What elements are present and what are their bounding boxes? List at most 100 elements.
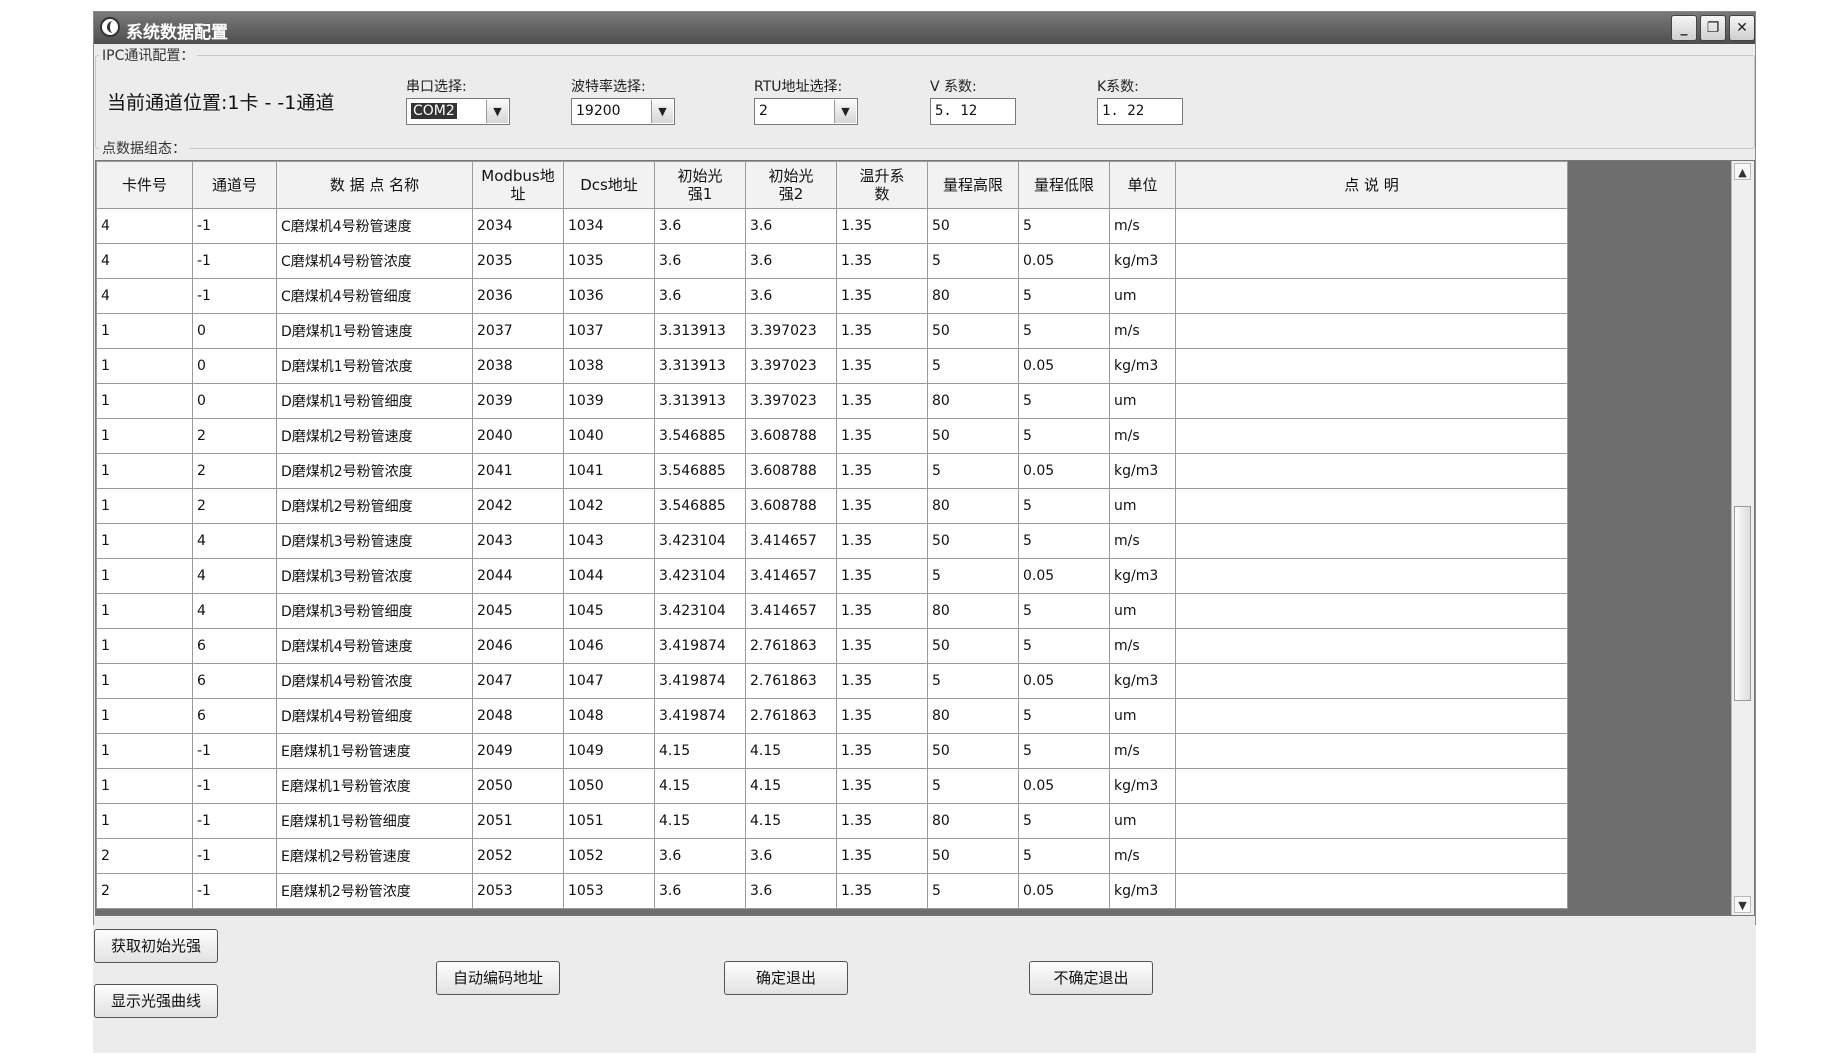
table-cell[interactable]: kg/m3 [1109, 348, 1176, 384]
table-cell[interactable]: 0 [192, 383, 277, 419]
table-cell[interactable]: 4.15 [745, 803, 837, 839]
table-cell[interactable]: 2039 [472, 383, 564, 419]
table-cell[interactable]: 4.15 [654, 733, 746, 769]
column-header[interactable]: 量程高限 [927, 161, 1019, 209]
table-cell[interactable]: 2052 [472, 838, 564, 874]
table-cell[interactable]: 1043 [563, 523, 655, 559]
table-cell[interactable]: D磨煤机3号粉管速度 [276, 523, 473, 559]
table-cell[interactable]: 0.05 [1018, 873, 1110, 909]
column-header[interactable]: 卡件号 [96, 161, 193, 209]
table-cell[interactable]: 1.35 [836, 313, 928, 349]
table-cell[interactable]: E磨煤机1号粉管浓度 [276, 768, 473, 804]
column-header[interactable]: 数 据 点 名称 [276, 161, 473, 209]
table-cell[interactable]: 5 [927, 873, 1019, 909]
table-cell[interactable]: kg/m3 [1109, 768, 1176, 804]
table-cell[interactable]: -1 [192, 768, 277, 804]
table-cell[interactable]: 2042 [472, 488, 564, 524]
table-cell[interactable]: 3.6 [654, 243, 746, 279]
table-cell[interactable]: 5 [927, 348, 1019, 384]
table-cell[interactable]: 1.35 [836, 873, 928, 909]
table-cell[interactable]: D磨煤机2号粉管浓度 [276, 453, 473, 489]
table-cell[interactable]: D磨煤机1号粉管浓度 [276, 348, 473, 384]
table-row[interactable]: 4 -1 C磨煤机4号粉管细度 2036 1036 3.6 3.6 1.35 80 5 um [96, 278, 1568, 314]
table-cell[interactable]: 1051 [563, 803, 655, 839]
table-cell[interactable]: 1.35 [836, 593, 928, 629]
table-cell[interactable]: 3.414657 [745, 593, 837, 629]
table-cell[interactable]: 2037 [472, 313, 564, 349]
column-header[interactable]: 量程低限 [1018, 161, 1110, 209]
table-cell[interactable]: 3.546885 [654, 488, 746, 524]
column-header[interactable]: 初始光 强2 [745, 161, 837, 209]
minimize-button[interactable]: _ [1671, 15, 1697, 41]
table-cell[interactable]: um [1109, 383, 1176, 419]
table-cell[interactable]: 5 [927, 663, 1019, 699]
v-coefficient-input[interactable]: 5. 12 [930, 98, 1016, 125]
table-cell[interactable]: 1.35 [836, 243, 928, 279]
table-cell[interactable]: m/s [1109, 418, 1176, 454]
table-cell[interactable] [1175, 768, 1568, 804]
chevron-down-icon[interactable]: ▼ [486, 100, 508, 123]
table-cell[interactable] [1175, 698, 1568, 734]
table-cell[interactable]: -1 [192, 278, 277, 314]
table-cell[interactable]: 0.05 [1018, 348, 1110, 384]
table-cell[interactable] [1175, 348, 1568, 384]
table-cell[interactable]: 1049 [563, 733, 655, 769]
table-cell[interactable]: 1045 [563, 593, 655, 629]
vertical-scrollbar[interactable]: ▲ ▼ [1731, 161, 1754, 915]
table-cell[interactable]: kg/m3 [1109, 873, 1176, 909]
table-cell[interactable]: 1 [96, 348, 193, 384]
table-cell[interactable]: 1.35 [836, 488, 928, 524]
table-cell[interactable]: 1 [96, 488, 193, 524]
table-cell[interactable]: 2.761863 [745, 698, 837, 734]
table-cell[interactable]: 1 [96, 383, 193, 419]
table-cell[interactable]: 1.35 [836, 803, 928, 839]
table-cell[interactable]: 1048 [563, 698, 655, 734]
table-cell[interactable]: kg/m3 [1109, 558, 1176, 594]
table-cell[interactable]: 0.05 [1018, 558, 1110, 594]
table-cell[interactable]: 2 [192, 488, 277, 524]
table-cell[interactable]: -1 [192, 208, 277, 244]
table-cell[interactable]: 50 [927, 313, 1019, 349]
table-cell[interactable]: m/s [1109, 628, 1176, 664]
table-row[interactable]: 1 4 D磨煤机3号粉管浓度 2044 1044 3.423104 3.414657 1.35… [96, 558, 1568, 594]
table-cell[interactable]: 4 [96, 243, 193, 279]
table-cell[interactable]: 1.35 [836, 383, 928, 419]
table-cell[interactable]: 5 [1018, 838, 1110, 874]
table-cell[interactable] [1175, 383, 1568, 419]
table-cell[interactable]: 4 [192, 558, 277, 594]
table-cell[interactable] [1175, 663, 1568, 699]
table-row[interactable]: 1 0 D磨煤机1号粉管细度 2039 1039 3.313913 3.397023 1.35… [96, 383, 1568, 419]
table-cell[interactable]: 0.05 [1018, 243, 1110, 279]
table-cell[interactable]: 5 [927, 768, 1019, 804]
table-cell[interactable]: 2049 [472, 733, 564, 769]
table-cell[interactable]: 3.608788 [745, 488, 837, 524]
table-cell[interactable]: 4.15 [745, 768, 837, 804]
table-cell[interactable]: 5 [1018, 698, 1110, 734]
column-header[interactable]: Modbus地址 [472, 161, 564, 209]
table-cell[interactable]: 5 [1018, 488, 1110, 524]
table-cell[interactable]: 5 [1018, 523, 1110, 559]
table-cell[interactable] [1175, 838, 1568, 874]
table-cell[interactable]: 5 [927, 558, 1019, 594]
table-cell[interactable]: D磨煤机1号粉管速度 [276, 313, 473, 349]
table-cell[interactable]: 1039 [563, 383, 655, 419]
table-cell[interactable]: 1 [96, 733, 193, 769]
table-cell[interactable]: 3.313913 [654, 383, 746, 419]
table-cell[interactable]: 2048 [472, 698, 564, 734]
auto-encode-address-button[interactable]: 自动编码地址 [436, 961, 560, 995]
table-cell[interactable]: C磨煤机4号粉管浓度 [276, 243, 473, 279]
table-cell[interactable]: 1.35 [836, 838, 928, 874]
table-row[interactable]: 1 6 D磨煤机4号粉管速度 2046 1046 3.419874 2.761863 1.35… [96, 628, 1568, 664]
table-cell[interactable]: 6 [192, 663, 277, 699]
table-cell[interactable]: 0.05 [1018, 453, 1110, 489]
table-cell[interactable]: 80 [927, 383, 1019, 419]
table-cell[interactable]: 2050 [472, 768, 564, 804]
table-cell[interactable]: 1050 [563, 768, 655, 804]
table-cell[interactable]: D磨煤机4号粉管速度 [276, 628, 473, 664]
table-row[interactable]: 1 2 D磨煤机2号粉管浓度 2041 1041 3.546885 3.608788 1.35… [96, 453, 1568, 489]
table-cell[interactable]: 3.6 [745, 208, 837, 244]
table-cell[interactable]: 0 [192, 348, 277, 384]
table-cell[interactable]: E磨煤机1号粉管速度 [276, 733, 473, 769]
table-cell[interactable]: 1.35 [836, 698, 928, 734]
table-cell[interactable] [1175, 558, 1568, 594]
